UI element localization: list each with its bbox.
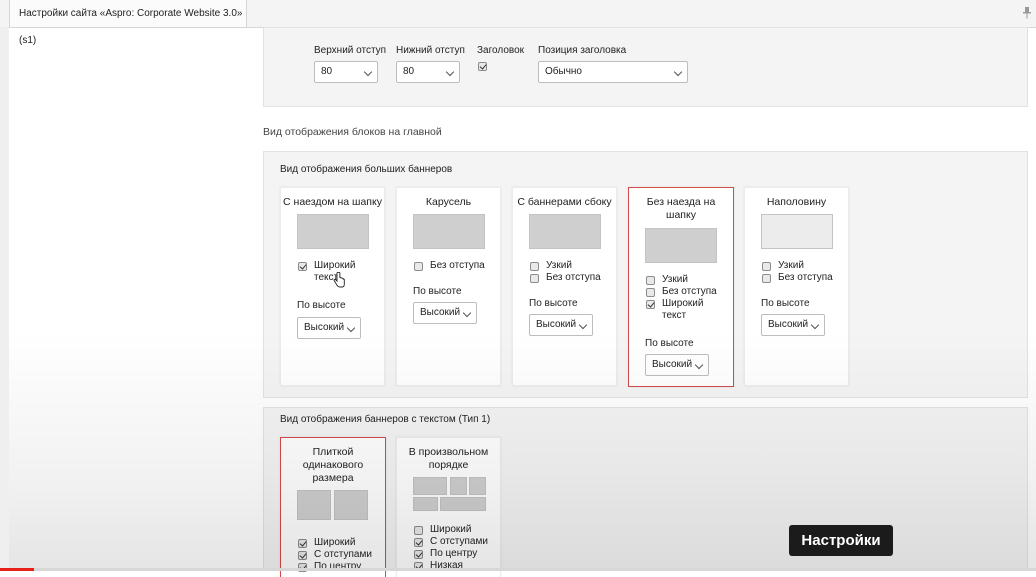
chevron-down-icon <box>363 67 373 77</box>
height-select[interactable]: Высокий <box>529 314 593 336</box>
heading-checkbox[interactable] <box>478 62 487 71</box>
banner-card-carousel[interactable]: Карусель Без отступа По высоте Высокий <box>396 187 501 386</box>
banner-thumbnail <box>761 214 833 249</box>
height-label: По высоте <box>645 338 694 349</box>
pin-icon[interactable] <box>1022 7 1032 19</box>
option-label: Широкий текст <box>662 298 704 321</box>
chevron-down-icon <box>694 360 704 370</box>
text-banners-title: Вид отображения баннеров с текстом (Тип … <box>280 414 491 425</box>
text-banner-card-tiles[interactable]: Плиткой одинакового размера Широкий С от… <box>280 437 386 577</box>
card-title: В произвольном порядке <box>408 446 489 471</box>
chevron-down-icon <box>346 323 356 333</box>
banner-thumbnail <box>297 214 369 249</box>
option-label: С отступами <box>430 536 488 547</box>
top-padding-label: Верхний отступ <box>314 45 387 56</box>
banner-card-side-banners[interactable]: С баннерами сбоку Узкий Без отступа По в… <box>512 187 617 386</box>
height-value: Высокий <box>652 359 693 370</box>
banner-thumbnail <box>529 214 601 249</box>
chevron-down-icon <box>810 320 820 330</box>
height-value: Высокий <box>420 307 461 318</box>
banner-thumbnail <box>413 214 485 249</box>
hand-cursor-icon <box>333 272 345 288</box>
card-title: Карусель <box>425 196 472 208</box>
chevron-down-icon <box>462 308 472 318</box>
height-select[interactable]: Высокий <box>297 317 361 339</box>
height-select[interactable]: Высокий <box>413 302 477 324</box>
chevron-down-icon <box>673 67 683 77</box>
heading-position-value: Обычно <box>545 66 582 77</box>
option-checkbox[interactable] <box>530 262 539 271</box>
height-value: Высокий <box>304 322 345 333</box>
banner-card-no-overlap[interactable]: Без наезда на шапку Узкий Без отступа Ши… <box>628 187 734 387</box>
option-label: Широкий <box>430 524 472 535</box>
banner-thumbnail <box>334 490 368 520</box>
top-padding-value: 80 <box>321 66 333 77</box>
left-gutter <box>0 27 9 571</box>
heading-position-select[interactable]: Обычно <box>538 61 688 83</box>
card-title: Плиткой одинакового размера <box>302 446 364 484</box>
option-checkbox[interactable] <box>298 551 307 560</box>
card-title: Наполовину <box>766 196 827 208</box>
bottom-padding-select[interactable]: 80 <box>396 61 460 83</box>
option-checkbox[interactable] <box>762 274 771 283</box>
option-checkbox[interactable] <box>414 526 423 535</box>
option-checkbox[interactable] <box>414 538 423 547</box>
option-checkbox[interactable] <box>298 262 307 271</box>
option-checkbox[interactable] <box>646 300 655 309</box>
option-label: Узкий <box>546 260 572 271</box>
option-label: Узкий <box>662 274 688 285</box>
banner-thumbnail <box>469 477 486 495</box>
bottom-padding-value: 80 <box>403 66 415 77</box>
height-label: По высоте <box>413 286 462 297</box>
option-label: По центру <box>430 548 478 559</box>
option-checkbox[interactable] <box>646 288 655 297</box>
option-label: Широкий <box>314 537 356 548</box>
height-select[interactable]: Высокий <box>645 354 709 376</box>
video-tooltip: Настройки <box>789 525 893 556</box>
banner-thumbnail <box>297 490 331 520</box>
option-checkbox[interactable] <box>414 262 423 271</box>
banner-thumbnail <box>645 228 717 263</box>
banner-thumbnail <box>450 477 467 495</box>
card-title: С наездом на шапку <box>283 196 382 208</box>
option-checkbox[interactable] <box>762 262 771 271</box>
option-label: Без отступа <box>430 260 485 271</box>
height-label: По высоте <box>297 300 346 311</box>
height-value: Высокий <box>768 319 809 330</box>
banner-thumbnail <box>413 477 447 495</box>
option-label: По центру <box>314 561 362 572</box>
big-banners-title: Вид отображения больших баннеров <box>280 164 453 175</box>
option-label: Узкий <box>778 260 804 271</box>
banner-thumbnail <box>413 497 438 511</box>
option-label: Без отступа <box>546 272 601 283</box>
option-checkbox[interactable] <box>414 550 423 559</box>
option-checkbox[interactable] <box>298 539 307 548</box>
card-title: Без наезда на шапку <box>646 196 716 221</box>
card-title: С баннерами сбоку <box>517 196 612 208</box>
option-label: Без отступа <box>778 272 833 283</box>
home-blocks-title: Вид отображения блоков на главной <box>263 126 442 138</box>
heading-position-label: Позиция заголовка <box>538 45 627 56</box>
option-checkbox[interactable] <box>646 276 655 285</box>
banner-thumbnail <box>440 497 486 511</box>
banner-card-half[interactable]: Наполовину Узкий Без отступа По высоте В… <box>744 187 849 386</box>
height-value: Высокий <box>536 319 577 330</box>
top-padding-select[interactable]: 80 <box>314 61 378 83</box>
text-banner-card-random[interactable]: В произвольном порядке Широкий С отступа… <box>396 437 501 577</box>
settings-tab[interactable]: Настройки сайта «Aspro: Corporate Websit… <box>9 0 247 46</box>
heading-label: Заголовок <box>477 45 525 56</box>
option-label: С отступами <box>314 549 372 560</box>
chevron-down-icon <box>578 320 588 330</box>
option-checkbox[interactable] <box>530 274 539 283</box>
height-label: По высоте <box>529 298 578 309</box>
window-titlebar: Настройки сайта «Aspro: Corporate Websit… <box>0 0 1036 46</box>
chevron-down-icon <box>445 67 455 77</box>
option-label: Без отступа <box>662 286 717 297</box>
bottom-padding-label: Нижний отступ <box>396 45 465 56</box>
height-select[interactable]: Высокий <box>761 314 825 336</box>
height-label: По высоте <box>761 298 810 309</box>
